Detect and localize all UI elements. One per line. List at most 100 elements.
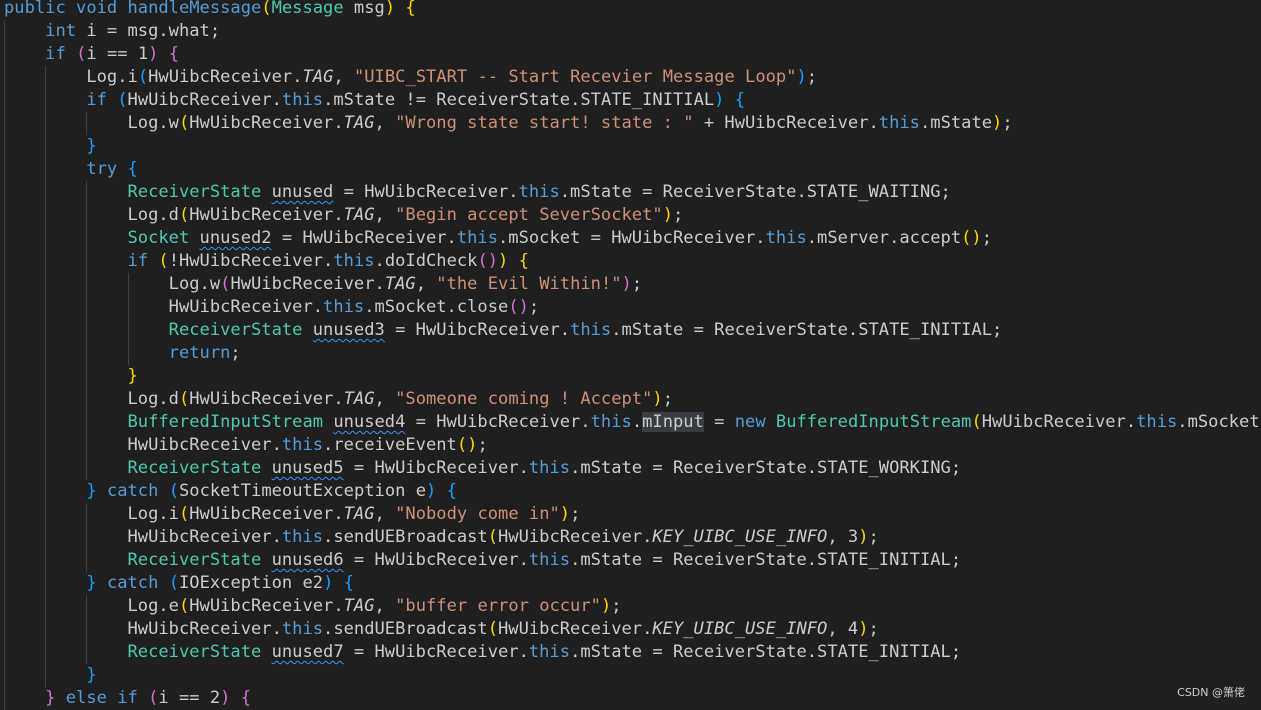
code-token: "Someone coming ! Accept" [395, 389, 653, 409]
code-token: !HwUibcReceiver. [168, 251, 334, 271]
code-token: ( [487, 619, 499, 639]
code-line[interactable]: ReceiverState unused5 = HwUibcReceiver.t… [4, 457, 1261, 480]
code-token: { [405, 0, 416, 18]
code-line[interactable]: HwUibcReceiver.this.mSocket.close(); [4, 296, 1261, 319]
code-token: ) [323, 573, 334, 593]
code-token: , 3 [827, 527, 859, 547]
code-token: = [703, 412, 735, 432]
code-line[interactable]: HwUibcReceiver.this.sendUEBroadcast(HwUi… [4, 526, 1261, 549]
code-line[interactable]: if (!HwUibcReceiver.this.doIdCheck()) { [4, 250, 1261, 273]
code-line[interactable]: BufferedInputStream unused4 = HwUibcRece… [4, 411, 1261, 434]
code-line[interactable]: Log.w(HwUibcReceiver.TAG, "the Evil With… [4, 273, 1261, 296]
code-token: mInput [642, 412, 704, 432]
code-token: .mState [919, 113, 993, 133]
code-line[interactable]: ReceiverState unused3 = HwUibcReceiver.t… [4, 319, 1261, 342]
code-line[interactable]: HwUibcReceiver.this.receiveEvent(); [4, 434, 1261, 457]
code-token: .doIdCheck [374, 251, 478, 271]
code-line[interactable]: ReceiverState unused6 = HwUibcReceiver.t… [4, 549, 1261, 572]
code-token: this [281, 527, 324, 547]
code-token: "Wrong state start! state : " [395, 113, 694, 133]
code-token: this [323, 297, 365, 317]
code-line[interactable]: public void handleMessage(Message msg) { [4, 0, 1261, 20]
code-token: Socket [127, 228, 190, 248]
code-token: } [86, 573, 97, 593]
code-token: () [961, 228, 982, 248]
code-line[interactable]: } [4, 664, 1261, 687]
code-token: ( [178, 389, 190, 409]
code-token: { [446, 481, 457, 501]
code-token: , [374, 113, 396, 133]
code-token: this [590, 412, 632, 432]
code-token: ; [1002, 113, 1013, 133]
code-token: ( [178, 113, 190, 133]
code-line[interactable]: Log.i(HwUibcReceiver.TAG, "Nobody come i… [4, 503, 1261, 526]
code-line[interactable]: HwUibcReceiver.this.sendUEBroadcast(HwUi… [4, 618, 1261, 641]
code-token: ; [868, 527, 879, 547]
code-line[interactable]: } catch (SocketTimeoutException e) { [4, 480, 1261, 503]
code-line[interactable]: Log.d(HwUibcReceiver.TAG, "Someone comin… [4, 388, 1261, 411]
code-token: ReceiverState [127, 182, 262, 202]
watermark: CSDN @箫佬 [1177, 686, 1245, 699]
code-token: () [508, 297, 529, 317]
code-line[interactable]: if (HwUibcReceiver.this.mState != Receiv… [4, 89, 1261, 112]
code-token: unused3 [312, 320, 385, 340]
code-line[interactable]: return; [4, 342, 1261, 365]
code-token: "Begin accept SeverSocket" [395, 205, 663, 225]
code-token: , [374, 205, 396, 225]
code-line[interactable]: Socket unused2 = HwUibcReceiver.this.mSo… [4, 227, 1261, 250]
code-token: , [374, 504, 396, 524]
code-token: } [86, 136, 97, 156]
code-line[interactable]: Log.e(HwUibcReceiver.TAG, "buffer error … [4, 595, 1261, 618]
code-token: TAG [302, 67, 334, 87]
code-token: ( [117, 90, 128, 110]
code-token: .mState = ReceiverState.STATE_WORKING; [570, 458, 962, 478]
code-line[interactable]: Log.i(HwUibcReceiver.TAG, "UIBC_START --… [4, 66, 1261, 89]
code-token: Log.i [127, 504, 179, 524]
code-token: HwUibcReceiver. [127, 619, 282, 639]
code-token: unused5 [271, 458, 344, 478]
code-token: = HwUibcReceiver. [271, 228, 457, 248]
code-token: .sendUEBroadcast [323, 619, 488, 639]
code-token: = HwUibcReceiver. [384, 320, 571, 340]
code-area[interactable]: public void handleMessage(Message msg) {… [4, 0, 1261, 710]
code-token: if [86, 90, 107, 110]
code-line[interactable]: ReceiverState unused7 = HwUibcReceiver.t… [4, 641, 1261, 664]
code-line[interactable]: ReceiverState unused = HwUibcReceiver.th… [4, 181, 1261, 204]
code-token: ) [220, 688, 231, 708]
code-editor[interactable]: public void handleMessage(Message msg) {… [0, 0, 1261, 710]
code-line[interactable]: Log.w(HwUibcReceiver.TAG, "Wrong state s… [4, 112, 1261, 135]
code-line[interactable]: } [4, 135, 1261, 158]
code-token: ( [220, 274, 231, 294]
code-token: ( [261, 0, 272, 18]
code-token: ; [477, 435, 488, 455]
code-token: this [281, 435, 324, 455]
code-line[interactable]: int i = msg.what; [4, 20, 1261, 43]
code-token: ( [168, 481, 179, 501]
code-token: .receiveEvent [323, 435, 457, 455]
code-token: Message [271, 0, 344, 18]
code-token: i == 1 [86, 44, 149, 64]
code-line[interactable]: Log.d(HwUibcReceiver.TAG, "Begin accept … [4, 204, 1261, 227]
code-token: Log.i [86, 67, 138, 87]
code-token: , [415, 274, 437, 294]
code-line[interactable]: } else if (i == 2) { [4, 687, 1261, 710]
code-line[interactable]: } catch (IOException e2) { [4, 572, 1261, 595]
code-line[interactable]: if (i == 1) { [4, 43, 1261, 66]
code-token: ( [971, 412, 982, 432]
code-line[interactable]: } [4, 365, 1261, 388]
code-line[interactable]: try { [4, 158, 1261, 181]
